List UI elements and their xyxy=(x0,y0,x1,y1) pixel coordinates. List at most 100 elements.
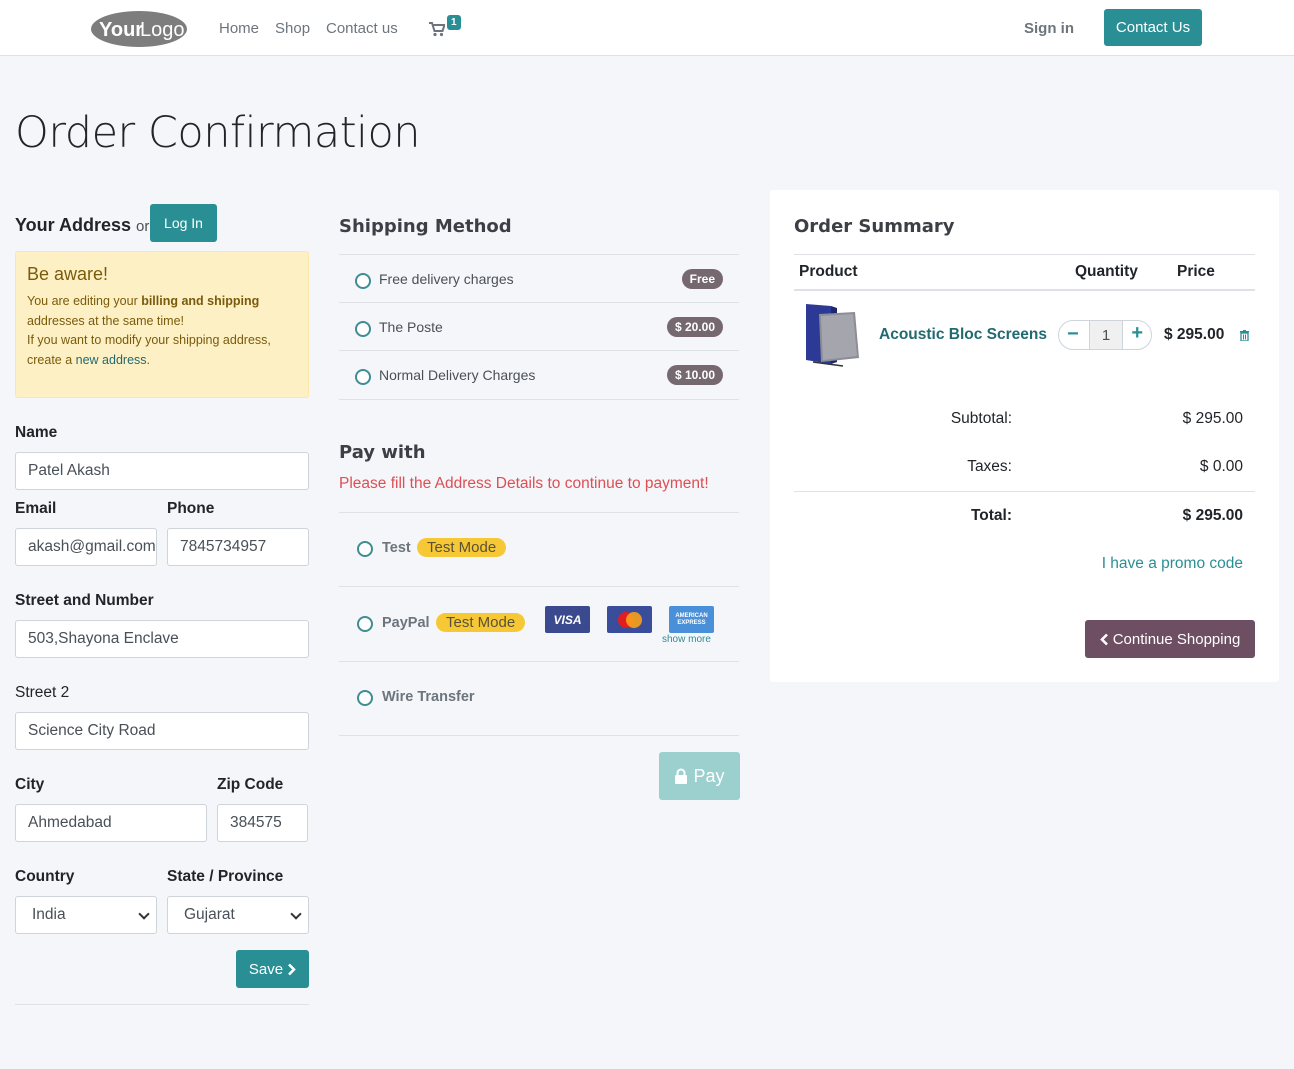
zip-label: Zip Code xyxy=(217,776,284,793)
nav-home[interactable]: Home xyxy=(219,20,259,37)
test-mode-badge: Test Mode xyxy=(417,538,507,557)
shipping-price-badge: $ 20.00 xyxy=(666,317,723,337)
lock-icon xyxy=(675,768,688,784)
state-label: State / Province xyxy=(167,868,284,885)
shipping-option-normal[interactable]: Normal Delivery Charges $ 10.00 xyxy=(339,350,739,400)
zip-input[interactable]: 384575 xyxy=(217,804,308,842)
email-input[interactable]: akash@gmail.com xyxy=(15,528,157,566)
payment-divider xyxy=(339,661,739,662)
subtotal-value: $ 295.00 xyxy=(1182,410,1243,427)
navbar: Your Logo Home Shop Contact us 1 Sign in… xyxy=(0,0,1294,56)
country-label: Country xyxy=(15,868,75,885)
alert-title: Be aware! xyxy=(27,264,109,284)
continue-shopping-button[interactable]: Continue Shopping xyxy=(1085,620,1255,658)
payment-radio-paypal[interactable] xyxy=(357,616,373,632)
payment-option-wire-transfer[interactable]: Wire Transfer xyxy=(382,689,475,705)
svg-text:Logo: Logo xyxy=(140,19,185,41)
alert-text-3: If you want to modify your shipping addr… xyxy=(27,333,271,347)
shipping-radio-normal[interactable] xyxy=(355,369,371,385)
quantity-column-header: Quantity xyxy=(1075,263,1138,280)
shipping-method-title: Shipping Method xyxy=(339,216,512,237)
alert-text-4: create a xyxy=(27,352,76,367)
page-title: Order Confirmation xyxy=(15,108,421,158)
payment-radio-test[interactable] xyxy=(357,541,373,557)
subtotal-label: Subtotal: xyxy=(950,410,1012,427)
shipping-option-label: Normal Delivery Charges xyxy=(379,367,536,383)
new-address-link[interactable]: new address xyxy=(76,353,147,367)
product-name-link[interactable]: Acoustic Bloc Screens xyxy=(879,326,1047,344)
shipping-radio-poste[interactable] xyxy=(355,321,371,337)
order-summary-title: Order Summary xyxy=(794,216,955,237)
shipping-price-badge: $ 10.00 xyxy=(666,365,723,385)
decrease-quantity-button[interactable]: − xyxy=(1067,323,1079,346)
shipping-option-poste[interactable]: The Poste $ 20.00 xyxy=(339,302,739,350)
save-button[interactable]: Save xyxy=(236,950,309,988)
contact-us-button[interactable]: Contact Us xyxy=(1104,9,1202,46)
country-select[interactable]: India xyxy=(15,896,157,934)
increase-quantity-button[interactable]: + xyxy=(1131,322,1143,345)
payment-divider xyxy=(339,735,739,736)
payment-radio-wire[interactable] xyxy=(357,690,373,706)
cart-link[interactable]: 1 xyxy=(429,15,469,40)
payment-divider xyxy=(339,586,739,587)
address-heading: Your Address or xyxy=(15,215,149,236)
taxes-label: Taxes: xyxy=(967,458,1012,475)
test-mode-badge: Test Mode xyxy=(436,613,526,632)
show-more-link[interactable]: show more xyxy=(662,634,711,645)
quantity-input[interactable]: 1 xyxy=(1089,321,1123,349)
state-select[interactable]: Gujarat xyxy=(167,896,309,934)
chevron-left-icon xyxy=(1099,633,1108,645)
product-image[interactable] xyxy=(803,300,863,368)
alert-text-2: addresses at the same time! xyxy=(27,313,185,328)
shipping-option-label: The Poste xyxy=(379,319,443,335)
phone-input[interactable]: 7845734957 xyxy=(167,528,309,566)
total-label: Total: xyxy=(970,507,1012,524)
name-input[interactable]: Patel Akash xyxy=(15,452,309,490)
product-column-header: Product xyxy=(799,263,858,280)
shipping-option-free[interactable]: Free delivery charges Free xyxy=(339,254,739,302)
nav-contact-us[interactable]: Contact us xyxy=(326,20,398,37)
payment-warning: Please fill the Address Details to conti… xyxy=(339,475,709,492)
pay-with-title: Pay with xyxy=(339,442,426,463)
amex-card-icon: AMERICAN EXPRESS xyxy=(669,606,714,633)
alert-message: You are editing your billing and shippin… xyxy=(27,292,297,370)
nav-shop[interactable]: Shop xyxy=(275,20,310,37)
payment-option-paypal[interactable]: PayPal xyxy=(382,615,430,631)
mastercard-logo xyxy=(617,611,642,628)
visa-card-icon: VISA xyxy=(545,606,590,633)
item-price: $ 295.00 xyxy=(1164,326,1225,343)
phone-label: Phone xyxy=(167,500,215,517)
street2-label: Street 2 xyxy=(15,684,70,701)
shopping-cart-icon xyxy=(429,22,445,37)
sign-in-link[interactable]: Sign in xyxy=(1024,20,1074,37)
street-input[interactable]: 503,Shayona Enclave xyxy=(15,620,309,658)
trash-icon[interactable] xyxy=(1240,330,1249,341)
svg-text:Your: Your xyxy=(99,19,143,41)
city-input[interactable]: Ahmedabad xyxy=(15,804,207,842)
payment-option-test[interactable]: Test xyxy=(382,540,411,556)
company-logo[interactable]: Your Logo xyxy=(90,10,188,48)
summary-divider xyxy=(794,254,1255,255)
save-label: Save xyxy=(248,960,284,978)
name-label: Name xyxy=(15,424,58,441)
alert-period: . xyxy=(146,352,150,367)
payment-divider xyxy=(339,512,739,513)
price-column-header: Price xyxy=(1177,263,1215,280)
street2-input[interactable]: Science City Road xyxy=(15,712,309,750)
quantity-stepper: − 1 + xyxy=(1058,320,1152,350)
promo-code-link[interactable]: I have a promo code xyxy=(1060,555,1243,573)
address-divider xyxy=(15,1004,309,1005)
table-header-divider xyxy=(794,289,1255,291)
city-label: City xyxy=(15,776,45,793)
pay-button[interactable]: Pay xyxy=(659,752,740,800)
shipping-option-label: Free delivery charges xyxy=(379,271,514,287)
street-label: Street and Number xyxy=(15,592,154,609)
shipping-price-badge: Free xyxy=(681,269,723,289)
login-button[interactable]: Log In xyxy=(150,204,217,242)
continue-shopping-label: Continue Shopping xyxy=(1112,630,1241,648)
alert-text-1: You are editing your xyxy=(27,294,142,308)
cart-count-badge: 1 xyxy=(447,15,461,30)
or-text: or xyxy=(136,218,150,235)
shipping-radio-free[interactable] xyxy=(355,273,371,289)
taxes-value: $ 0.00 xyxy=(1199,458,1243,475)
